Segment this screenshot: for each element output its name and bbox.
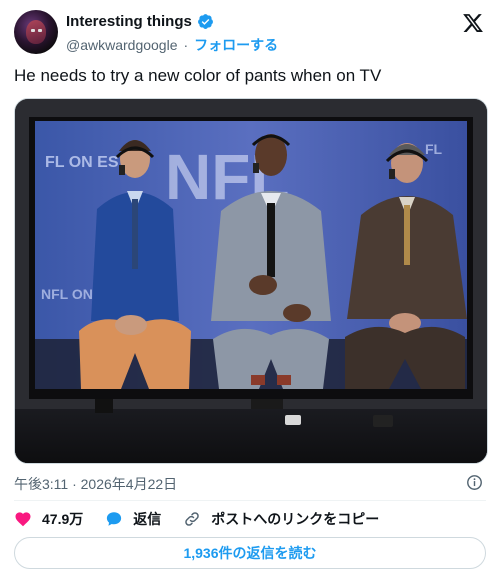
copy-link-button[interactable]: ポストへのリンクをコピー: [183, 509, 379, 529]
heart-icon: [15, 512, 31, 527]
x-logo-icon[interactable]: [462, 12, 484, 34]
screen-text-3: FL: [425, 141, 443, 157]
verified-badge-icon: [197, 14, 213, 29]
reply-bubble-icon: [107, 512, 122, 526]
like-button[interactable]: 47.9万: [14, 509, 83, 529]
read-replies-button[interactable]: 1,936件の返信を読む: [14, 537, 486, 569]
follow-button[interactable]: フォローする: [194, 35, 278, 55]
reply-button[interactable]: 返信: [105, 509, 161, 529]
copy-link-label: ポストへのリンクをコピー: [211, 511, 380, 527]
link-icon: [185, 512, 200, 526]
action-bar: 47.9万 返信 ポストへのリンクをコピー: [14, 509, 401, 529]
author-display-name[interactable]: Interesting things: [66, 13, 192, 30]
tv-broadcast-photo: FL ON ES NFL FL NFL ON: [15, 99, 487, 463]
like-count: 47.9万: [42, 511, 84, 527]
avatar[interactable]: [14, 10, 58, 54]
separator-dot: ·: [183, 37, 189, 53]
divider: [14, 500, 486, 501]
author-handle-row: @awkwardgoogle · フォローする: [66, 35, 278, 55]
author-name-row: Interesting things: [66, 13, 214, 30]
info-icon[interactable]: [466, 474, 483, 491]
tweet-text: He needs to try a new color of pants whe…: [14, 66, 382, 85]
screen-text-4: NFL ON: [41, 286, 93, 302]
reply-label: 返信: [133, 511, 162, 527]
tweet-media-photo[interactable]: FL ON ES NFL FL NFL ON: [14, 98, 488, 464]
screen-text-1: FL ON ES: [45, 154, 119, 171]
tweet-card: Interesting things @awkwardgoogle · フォロー…: [0, 0, 500, 581]
tweet-timestamp[interactable]: 午後3:11 · 2026年4月22日: [14, 474, 177, 494]
author-handle[interactable]: @awkwardgoogle: [66, 37, 178, 53]
